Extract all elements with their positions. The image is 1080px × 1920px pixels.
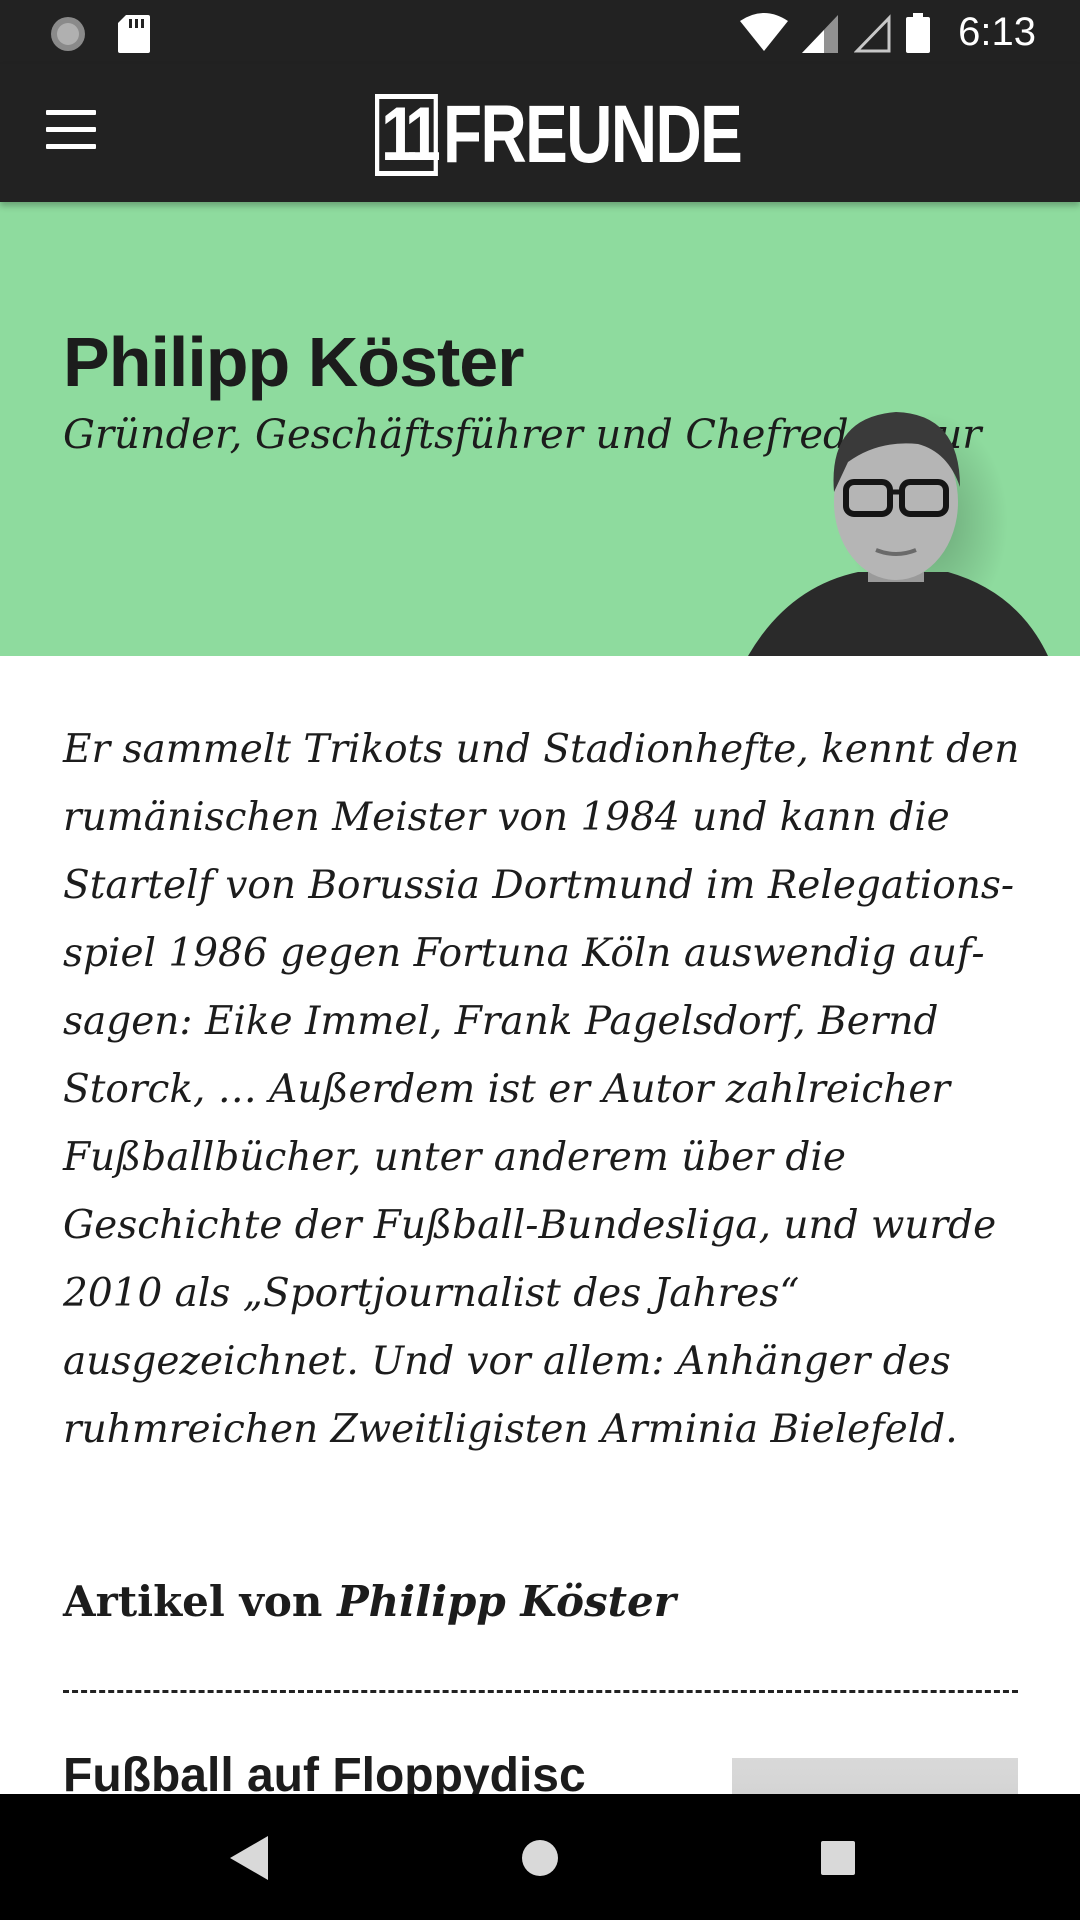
author-portrait bbox=[748, 412, 1048, 656]
battery-icon bbox=[906, 12, 931, 53]
recents-square-icon[interactable] bbox=[812, 1832, 864, 1884]
hamburger-menu-icon[interactable] bbox=[46, 110, 100, 154]
articles-heading: Artikel von Philipp Köster bbox=[63, 1577, 676, 1626]
logo-word: FREUNDE bbox=[443, 89, 743, 180]
system-nav-bar bbox=[0, 1794, 1080, 1920]
sync-icon bbox=[51, 17, 85, 51]
articles-heading-prefix: Artikel von bbox=[63, 1577, 323, 1626]
logo-number: 11 bbox=[375, 94, 441, 176]
status-bar: 6:13 bbox=[0, 0, 1080, 64]
app-bar: 11 FREUNDE bbox=[0, 64, 1080, 202]
author-name: Philipp Köster bbox=[63, 323, 524, 401]
home-circle-icon[interactable] bbox=[514, 1832, 566, 1884]
wifi-icon bbox=[740, 12, 789, 51]
back-triangle-icon[interactable] bbox=[222, 1832, 274, 1884]
author-hero: Philipp Köster Gründer, Geschäftsführer … bbox=[0, 202, 1080, 656]
author-bio: Er sammelt Trikots und Stadionhefte, ken… bbox=[63, 727, 1020, 1452]
sd-card-icon bbox=[118, 15, 150, 53]
articles-heading-author: Philipp Köster bbox=[337, 1577, 676, 1626]
signal-empty-icon bbox=[854, 13, 891, 52]
dashed-divider bbox=[63, 1690, 1018, 1693]
signal-icon bbox=[802, 14, 839, 53]
status-clock: 6:13 bbox=[958, 10, 1036, 54]
app-logo[interactable]: 11 FREUNDE bbox=[375, 94, 826, 176]
